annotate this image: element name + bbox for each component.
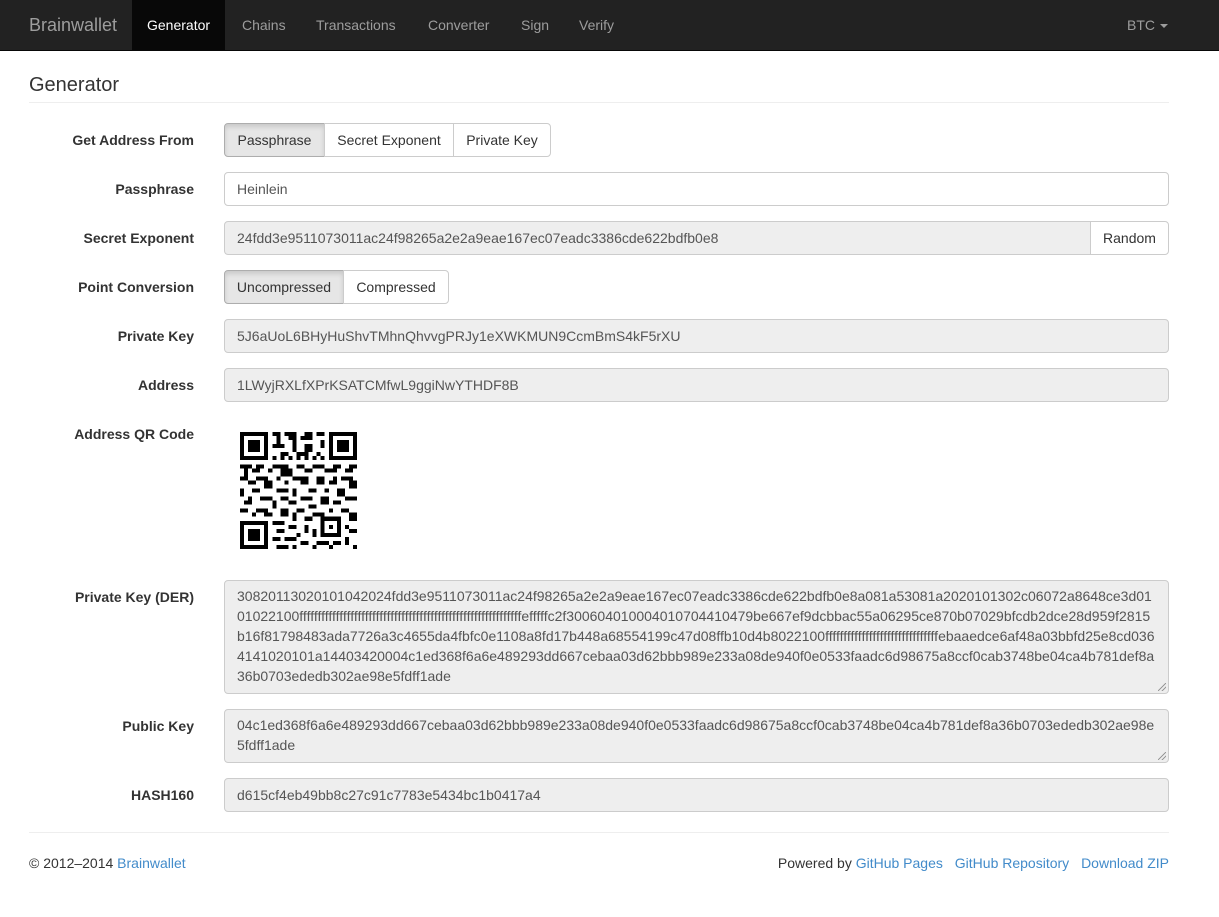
github-repository-link[interactable]: GitHub Repository <box>955 855 1069 871</box>
source-private-key-button[interactable]: Private Key <box>453 123 551 157</box>
compressed-button[interactable]: Compressed <box>343 270 449 304</box>
point-conversion-label: Point Conversion <box>78 279 194 295</box>
private-key-label: Private Key <box>117 328 194 344</box>
nav-transactions[interactable]: Transactions <box>316 0 396 50</box>
nav-generator[interactable]: Generator <box>132 0 226 50</box>
address-qr-code <box>240 432 357 549</box>
currency-label: BTC <box>1127 17 1155 33</box>
nav-verify[interactable]: Verify <box>579 0 614 50</box>
private-key-der-textarea[interactable]: 30820113020101042024fdd3e9511073011ac24f… <box>224 580 1169 694</box>
source-passphrase-button[interactable]: Passphrase <box>224 123 325 157</box>
address-input[interactable]: 1LWyjRXLfXPrKSATCMfwL9ggiNwYTHDF8B <box>224 368 1169 402</box>
currency-dropdown[interactable]: BTC <box>1127 0 1168 50</box>
get-address-from-label: Get Address From <box>72 132 194 148</box>
divider <box>29 102 1169 103</box>
public-key-textarea[interactable]: 04c1ed368f6a6e489293dd667cebaa03d62bbb98… <box>224 709 1169 763</box>
private-key-der-value: 30820113020101042024fdd3e9511073011ac24f… <box>237 588 1155 684</box>
powered-by-text: Powered by <box>777 855 852 871</box>
brainwallet-link[interactable]: Brainwallet <box>117 855 185 871</box>
public-key-value: 04c1ed368f6a6e489293dd667cebaa03d62bbb98… <box>237 717 1155 753</box>
copyright-text: © 2012–2014 <box>29 855 114 871</box>
public-key-label: Public Key <box>122 718 194 734</box>
uncompressed-button[interactable]: Uncompressed <box>224 270 344 304</box>
download-zip-link[interactable]: Download ZIP <box>1081 855 1169 871</box>
source-secret-exponent-button[interactable]: Secret Exponent <box>324 123 454 157</box>
secret-exponent-input[interactable]: 24fdd3e9511073011ac24f98265a2e2a9eae167e… <box>224 221 1091 255</box>
private-key-der-label: Private Key (DER) <box>74 589 194 605</box>
random-button[interactable]: Random <box>1090 221 1169 255</box>
passphrase-label: Passphrase <box>115 181 194 197</box>
page-title: Generator <box>29 74 120 96</box>
footer-links: Powered by GitHub Pages GitHub Repositor… <box>778 855 1169 871</box>
brand-logo[interactable]: Brainwallet <box>29 0 117 50</box>
nav-converter[interactable]: Converter <box>428 0 489 50</box>
resize-grip-icon[interactable] <box>1158 683 1166 691</box>
resize-grip-icon[interactable] <box>1158 752 1166 760</box>
navbar: Brainwallet Generator Chains Transaction… <box>0 0 1219 51</box>
divider <box>29 832 1169 833</box>
address-label: Address <box>137 377 194 393</box>
hash160-input[interactable]: d615cf4eb49bb8c27c91c7783e5434bc1b0417a4 <box>224 778 1169 812</box>
caret-down-icon <box>1160 24 1168 29</box>
qr-code-label: Address QR Code <box>74 426 194 442</box>
nav-sign[interactable]: Sign <box>521 0 549 50</box>
github-pages-link[interactable]: GitHub Pages <box>856 855 943 871</box>
passphrase-input[interactable]: Heinlein <box>224 172 1169 206</box>
footer-copyright: © 2012–2014 Brainwallet <box>29 855 186 871</box>
secret-exponent-label: Secret Exponent <box>83 230 194 246</box>
hash160-label: HASH160 <box>130 787 194 803</box>
private-key-input[interactable]: 5J6aUoL6BHyHuShvTMhnQhvvgPRJy1eXWKMUN9Cc… <box>224 319 1169 353</box>
nav-chains[interactable]: Chains <box>242 0 286 50</box>
